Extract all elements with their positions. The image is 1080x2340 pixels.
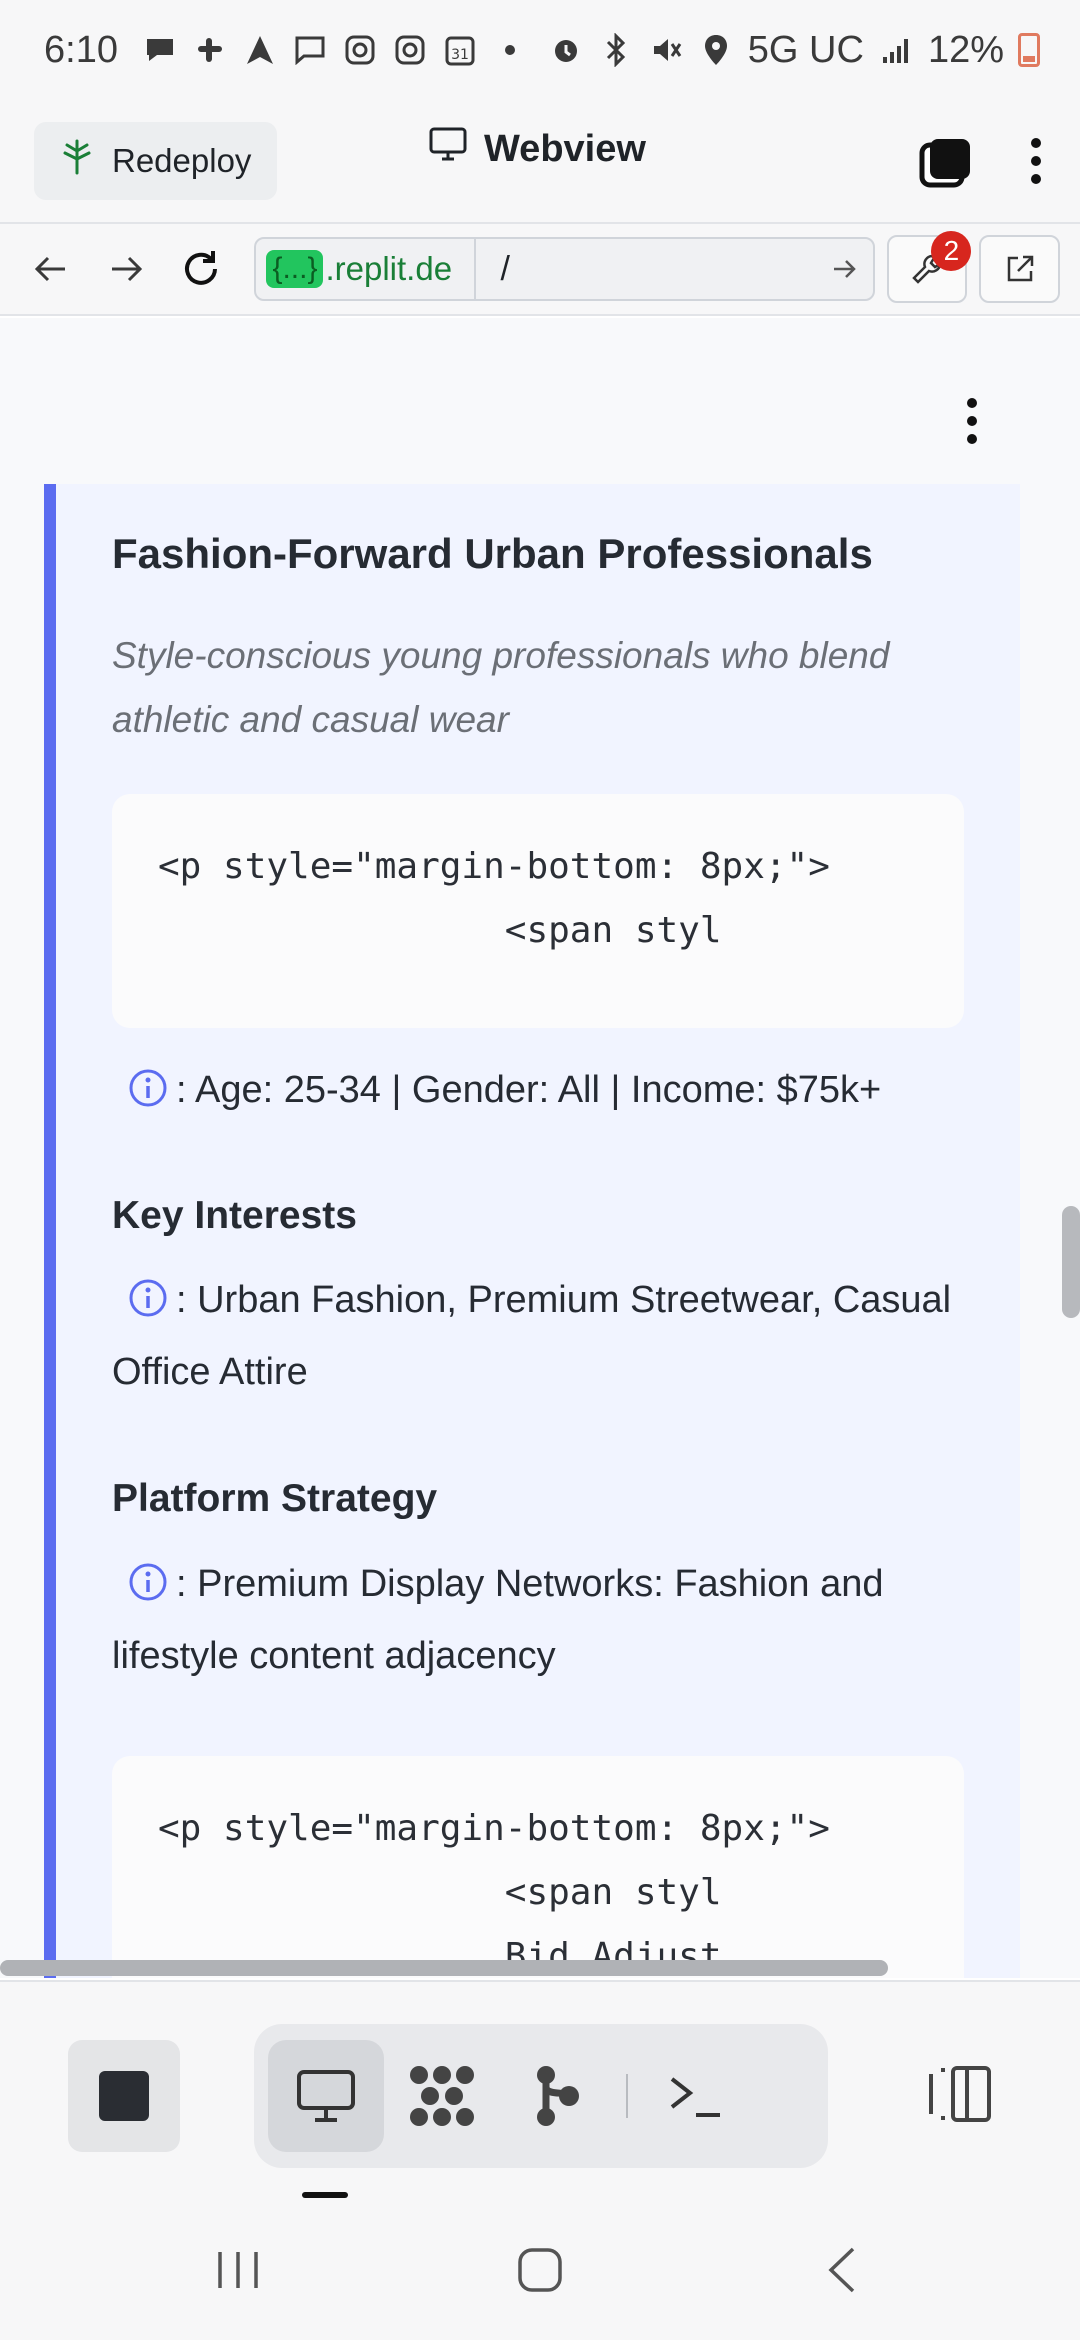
location-icon xyxy=(698,32,734,68)
console-tool-button[interactable] xyxy=(638,2040,754,2152)
platform-row: : Premium Display Networks: Fashion and … xyxy=(112,1548,992,1692)
status-time: 6:10 xyxy=(44,28,118,71)
info-icon xyxy=(129,1563,167,1601)
grid-dots-icon xyxy=(410,2066,474,2126)
code-line: <span styl xyxy=(158,1872,722,1913)
recent-apps-button[interactable] xyxy=(198,2230,278,2310)
stop-button[interactable] xyxy=(68,2040,180,2152)
status-bar: 6:10 31 5G UC 12% xyxy=(0,0,1080,100)
tree-icon xyxy=(60,139,94,183)
app-header: Redeploy Webview xyxy=(0,100,1080,222)
tool-switcher xyxy=(254,2024,828,2168)
monitor-icon xyxy=(428,126,468,172)
vertical-scrollbar[interactable] xyxy=(1062,1206,1080,1318)
more-options-icon[interactable] xyxy=(1026,138,1046,184)
key-interests-heading: Key Interests xyxy=(112,1194,357,1237)
webview-content: Fashion-Forward Urban Professionals Styl… xyxy=(0,318,1080,1978)
git-branch-icon xyxy=(537,2066,579,2126)
code-block: <p style="margin-bottom: 8px;"> <span st… xyxy=(112,794,964,1028)
arrow-left-icon xyxy=(35,256,66,282)
url-path[interactable]: / xyxy=(476,250,816,289)
bottom-toolbar xyxy=(0,1980,1080,2200)
calendar-icon: 31 xyxy=(442,32,478,68)
segment-description: Style-conscious young professionals who … xyxy=(112,635,890,740)
interests-text: : Urban Fashion, Premium Streetwear, Cas… xyxy=(112,1279,952,1393)
navigation-arrow-icon xyxy=(242,32,278,68)
divider xyxy=(626,2074,628,2118)
terminal-icon xyxy=(670,2077,720,2117)
network-label: 5G UC xyxy=(747,28,864,71)
panel-toggle-button[interactable] xyxy=(920,2044,1000,2144)
platform-strategy-heading: Platform Strategy xyxy=(112,1477,438,1520)
chevron-left-icon xyxy=(828,2247,855,2293)
workflows-tool-button[interactable] xyxy=(384,2040,500,2152)
external-link-icon xyxy=(1007,255,1033,282)
instagram-icon xyxy=(342,32,378,68)
active-tab-indicator xyxy=(302,2192,348,2198)
back-button[interactable] xyxy=(20,237,83,301)
signal-icon xyxy=(878,32,914,68)
stop-icon xyxy=(99,2071,149,2121)
forward-button[interactable] xyxy=(95,237,158,301)
go-button[interactable] xyxy=(817,257,873,281)
demographics-text: : Age: 25-34 | Gender: All | Income: $75… xyxy=(176,1069,882,1111)
platform-text: : Premium Display Networks: Fashion and … xyxy=(112,1563,884,1677)
page-title: Webview xyxy=(484,127,646,170)
slack-icon xyxy=(192,32,228,68)
arrow-right-icon xyxy=(112,256,143,282)
webview-tab-title: Webview xyxy=(428,126,646,172)
arrow-right-icon xyxy=(833,260,856,278)
redeploy-label: Redeploy xyxy=(112,142,252,179)
home-icon xyxy=(518,2248,562,2292)
svg-text:31: 31 xyxy=(451,47,469,63)
info-icon xyxy=(129,1279,167,1317)
monitor-icon xyxy=(297,2070,355,2122)
recents-icon xyxy=(218,2252,258,2288)
bluetooth-icon xyxy=(598,32,634,68)
webview-tool-button[interactable] xyxy=(268,2040,384,2152)
chat-bubble-icon xyxy=(142,32,178,68)
code-block: <p style="margin-bottom: 8px;"> <span st… xyxy=(112,1756,964,1978)
instagram-icon xyxy=(392,32,428,68)
alarm-icon xyxy=(548,32,584,68)
stacked-squares-icon[interactable] xyxy=(918,135,970,188)
battery-icon xyxy=(1018,33,1040,67)
mute-icon xyxy=(648,32,684,68)
reload-button[interactable] xyxy=(170,237,233,301)
code-line: <p style="margin-bottom: 8px;"> xyxy=(158,1808,830,1849)
back-nav-button[interactable] xyxy=(802,2230,882,2310)
segment-card: Fashion-Forward Urban Professionals Styl… xyxy=(44,484,1020,1978)
url-field[interactable]: {...} .replit.de / xyxy=(254,237,875,301)
android-navigation-bar xyxy=(0,2200,1080,2340)
devtools-button[interactable]: 2 xyxy=(886,231,972,303)
panel-toggle-icon xyxy=(929,2066,991,2122)
notification-badge: 2 xyxy=(931,231,972,271)
segment-title: Fashion-Forward Urban Professionals xyxy=(112,530,873,577)
url-domain: {...} .replit.de xyxy=(256,239,477,299)
message-icon xyxy=(292,32,328,68)
reload-icon xyxy=(185,251,218,285)
horizontal-scrollbar[interactable] xyxy=(0,1960,888,1976)
git-tool-button[interactable] xyxy=(500,2040,616,2152)
demographics-row: : Age: 25-34 | Gender: All | Income: $75… xyxy=(112,1054,992,1126)
battery-percent: 12% xyxy=(927,28,1004,71)
url-bar: {...} .replit.de / 2 xyxy=(0,222,1080,316)
home-button[interactable] xyxy=(500,2230,580,2310)
code-line: <p style="margin-bottom: 8px;"> xyxy=(158,846,830,887)
redeploy-button[interactable]: Redeploy xyxy=(34,122,278,200)
open-external-button[interactable] xyxy=(979,235,1060,303)
info-icon xyxy=(129,1069,167,1107)
dot-icon xyxy=(492,32,528,68)
code-line: <span styl xyxy=(158,910,722,951)
horizontal-scrollbar-track xyxy=(0,1960,1080,1978)
url-domain-text: .replit.de xyxy=(325,250,453,287)
url-domain-badge: {...} xyxy=(266,250,324,288)
interests-row: : Urban Fashion, Premium Streetwear, Cas… xyxy=(112,1264,992,1408)
more-options-icon[interactable] xyxy=(962,398,982,444)
